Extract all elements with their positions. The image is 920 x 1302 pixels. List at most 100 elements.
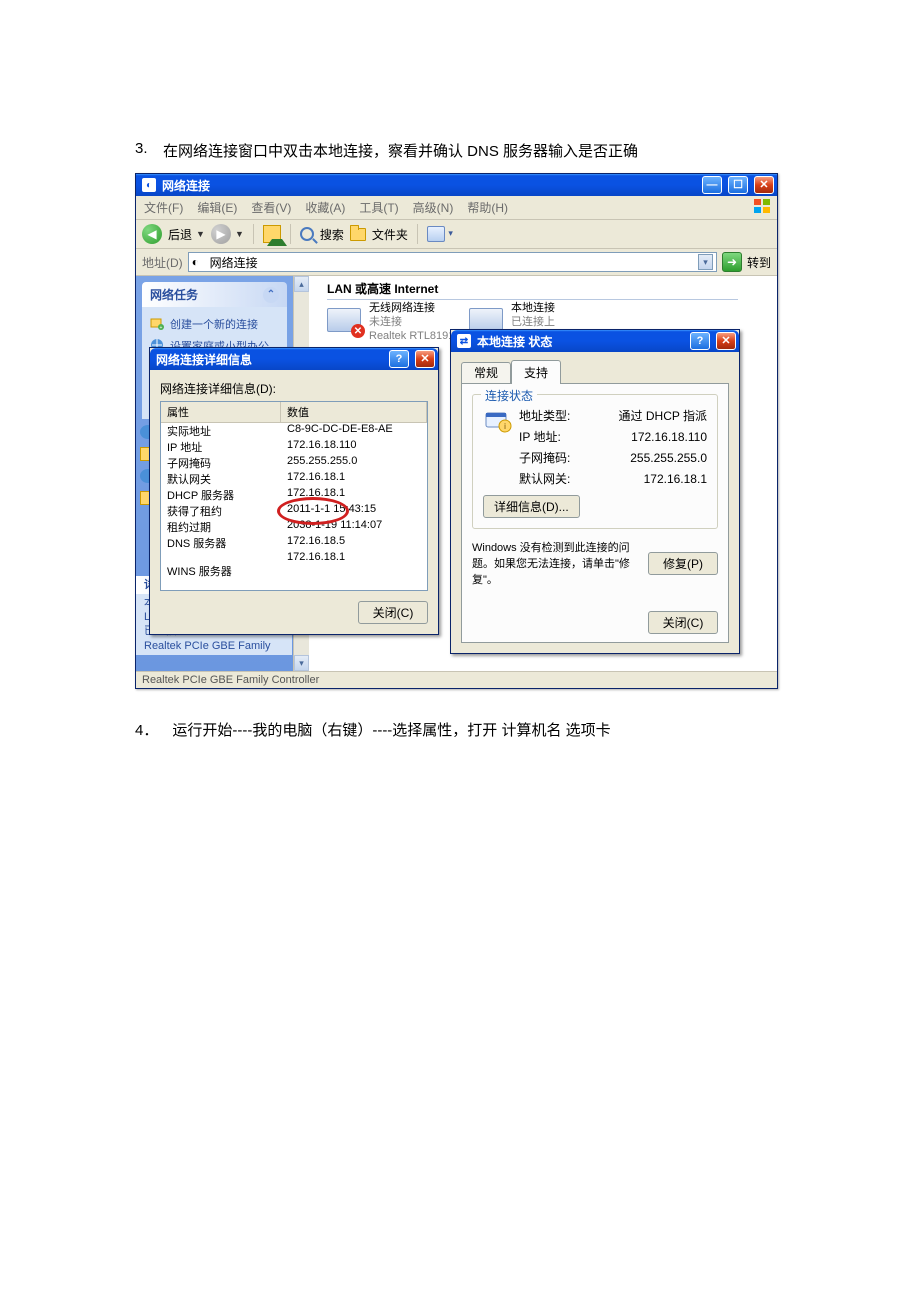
conn-name: 无线网络连接	[369, 302, 471, 316]
details-listview[interactable]: 属性 数值 实际地址C8-9C-DC-DE-E8-AEIP 地址172.16.1…	[160, 401, 428, 591]
help-button[interactable]: ?	[389, 350, 409, 368]
search-label[interactable]: 搜索	[320, 226, 344, 243]
listview-row[interactable]: DHCP 服务器172.16.18.1	[161, 487, 427, 503]
address-dropdown-icon[interactable]: ▾	[698, 254, 713, 270]
col-property[interactable]: 属性	[161, 402, 281, 422]
tab-panel-support: 连接状态 i 地址类型:通过 DHCP 指派 IP 地址:172.16.18.1…	[461, 383, 729, 643]
window-title: 网络连接	[162, 177, 210, 194]
conn-state: 未连接	[369, 316, 471, 330]
menu-bar: 文件(F) 编辑(E) 查看(V) 收藏(A) 工具(T) 高级(N) 帮助(H…	[136, 196, 777, 220]
network-connections-window: ◐ 网络连接 — ☐ ✕ 文件(F) 编辑(E) 查看(V) 收藏(A) 工具(…	[135, 173, 778, 689]
status-dialog-icon: ⇄	[457, 334, 471, 348]
back-dropdown-icon[interactable]: ▼	[196, 229, 205, 239]
go-label[interactable]: 转到	[747, 254, 771, 271]
collapse-icon[interactable]: ⌃	[263, 287, 279, 303]
value-cell: C8-9C-DC-DE-E8-AE	[281, 423, 427, 439]
value-cell: 172.16.18.110	[281, 439, 427, 455]
property-cell: 子网掩码	[161, 455, 281, 471]
details-label: 网络连接详细信息(D):	[160, 380, 428, 397]
mask-label: 子网掩码:	[519, 449, 609, 466]
up-button[interactable]	[263, 225, 281, 243]
tab-support[interactable]: 支持	[511, 360, 561, 384]
conn-name: 本地连接	[511, 302, 611, 316]
property-cell: 实际地址	[161, 423, 281, 439]
window-titlebar[interactable]: ◐ 网络连接 — ☐ ✕	[136, 174, 777, 196]
listview-row[interactable]: 子网掩码255.255.255.0	[161, 455, 427, 471]
repair-button[interactable]: 修复(P)	[648, 552, 718, 575]
listview-row[interactable]: 172.16.18.1	[161, 551, 427, 563]
folders-icon[interactable]	[350, 228, 366, 241]
address-field[interactable]: ◐ 网络连接 ▾	[188, 252, 717, 272]
details-dialog-titlebar[interactable]: 网络连接详细信息 ? ✕	[150, 348, 438, 370]
status-info-icon: i	[483, 405, 513, 435]
group-title: 连接状态	[481, 387, 537, 404]
separator	[290, 224, 291, 244]
sel-line: Realtek PCIe GBE Family	[144, 639, 284, 653]
col-value[interactable]: 数值	[281, 402, 427, 422]
property-cell: IP 地址	[161, 439, 281, 455]
ip-label: IP 地址:	[519, 428, 609, 445]
menu-file[interactable]: 文件(F)	[144, 199, 183, 216]
value-cell	[281, 563, 427, 579]
connection-status-dialog: ⇄ 本地连接 状态 ? ✕ 常规 支持 连接状态 i	[450, 329, 740, 654]
conn-state: 已连接上	[511, 316, 611, 330]
close-button[interactable]: ✕	[415, 350, 435, 368]
status-dialog-titlebar[interactable]: ⇄ 本地连接 状态 ? ✕	[451, 330, 739, 352]
value-cell: 255.255.255.0	[281, 455, 427, 471]
listview-header[interactable]: 属性 数值	[161, 402, 427, 423]
listview-row[interactable]: DNS 服务器172.16.18.5	[161, 535, 427, 551]
separator	[253, 224, 254, 244]
ip-value: 172.16.18.110	[609, 430, 707, 444]
details-button[interactable]: 详细信息(D)...	[483, 495, 580, 518]
property-cell: WINS 服务器	[161, 563, 281, 579]
search-icon[interactable]	[300, 227, 314, 241]
menu-advanced[interactable]: 高级(N)	[413, 199, 454, 216]
menu-view[interactable]: 查看(V)	[251, 199, 291, 216]
views-button[interactable]	[427, 226, 445, 242]
menu-tools[interactable]: 工具(T)	[359, 199, 398, 216]
menu-favorites[interactable]: 收藏(A)	[305, 199, 345, 216]
forward-button[interactable]: ▶	[211, 224, 231, 244]
back-button[interactable]: ◀	[142, 224, 162, 244]
listview-row[interactable]: 默认网关172.16.18.1	[161, 471, 427, 487]
forward-dropdown-icon[interactable]: ▼	[235, 229, 244, 239]
task-new-connection[interactable]: + 创建一个新的连接	[150, 313, 279, 335]
listview-row[interactable]: 获得了租约2011-1-1 15:43:15	[161, 503, 427, 519]
property-cell: 默认网关	[161, 471, 281, 487]
help-button[interactable]: ?	[690, 332, 710, 350]
minimize-button[interactable]: —	[702, 176, 722, 194]
listview-row[interactable]: IP 地址172.16.18.110	[161, 439, 427, 455]
menu-edit[interactable]: 编辑(E)	[197, 199, 237, 216]
tasks-panel-header[interactable]: 网络任务 ⌃	[142, 282, 287, 307]
status-close-button[interactable]: 关闭(C)	[648, 611, 718, 634]
back-label[interactable]: 后退	[168, 226, 192, 243]
value-cell: 172.16.18.1	[281, 551, 427, 563]
repair-text: Windows 没有检测到此连接的问题。如果您无法连接，请单击"修复"。	[472, 539, 638, 587]
disconnected-x-icon: ✕	[351, 324, 365, 338]
gw-value: 172.16.18.1	[609, 472, 707, 486]
task-link[interactable]: 创建一个新的连接	[170, 316, 258, 332]
details-close-button[interactable]: 关闭(C)	[358, 601, 428, 624]
property-cell: DHCP 服务器	[161, 487, 281, 503]
new-connection-icon: +	[150, 316, 164, 330]
maximize-button[interactable]: ☐	[728, 176, 748, 194]
close-button[interactable]: ✕	[754, 176, 774, 194]
scroll-down-icon[interactable]: ▾	[294, 655, 309, 671]
connection-status-group: 连接状态 i 地址类型:通过 DHCP 指派 IP 地址:172.16.18.1…	[472, 394, 718, 529]
menu-help[interactable]: 帮助(H)	[467, 199, 508, 216]
address-value: 网络连接	[210, 254, 258, 271]
address-label: 地址(D)	[142, 254, 183, 271]
folders-label[interactable]: 文件夹	[372, 226, 408, 243]
listview-row[interactable]: 租约过期2038-1-19 11:14:07	[161, 519, 427, 535]
listview-row[interactable]: WINS 服务器	[161, 563, 427, 579]
close-button[interactable]: ✕	[716, 332, 736, 350]
step-number: 3.	[135, 140, 149, 161]
property-cell	[161, 551, 281, 563]
svg-text:i: i	[504, 422, 506, 431]
status-text: Realtek PCIe GBE Family Controller	[142, 674, 319, 686]
scroll-up-icon[interactable]: ▴	[294, 276, 309, 292]
address-bar: 地址(D) ◐ 网络连接 ▾ ➜ 转到	[136, 249, 777, 276]
listview-row[interactable]: 实际地址C8-9C-DC-DE-E8-AE	[161, 423, 427, 439]
separator	[417, 224, 418, 244]
go-button[interactable]: ➜	[722, 252, 742, 272]
